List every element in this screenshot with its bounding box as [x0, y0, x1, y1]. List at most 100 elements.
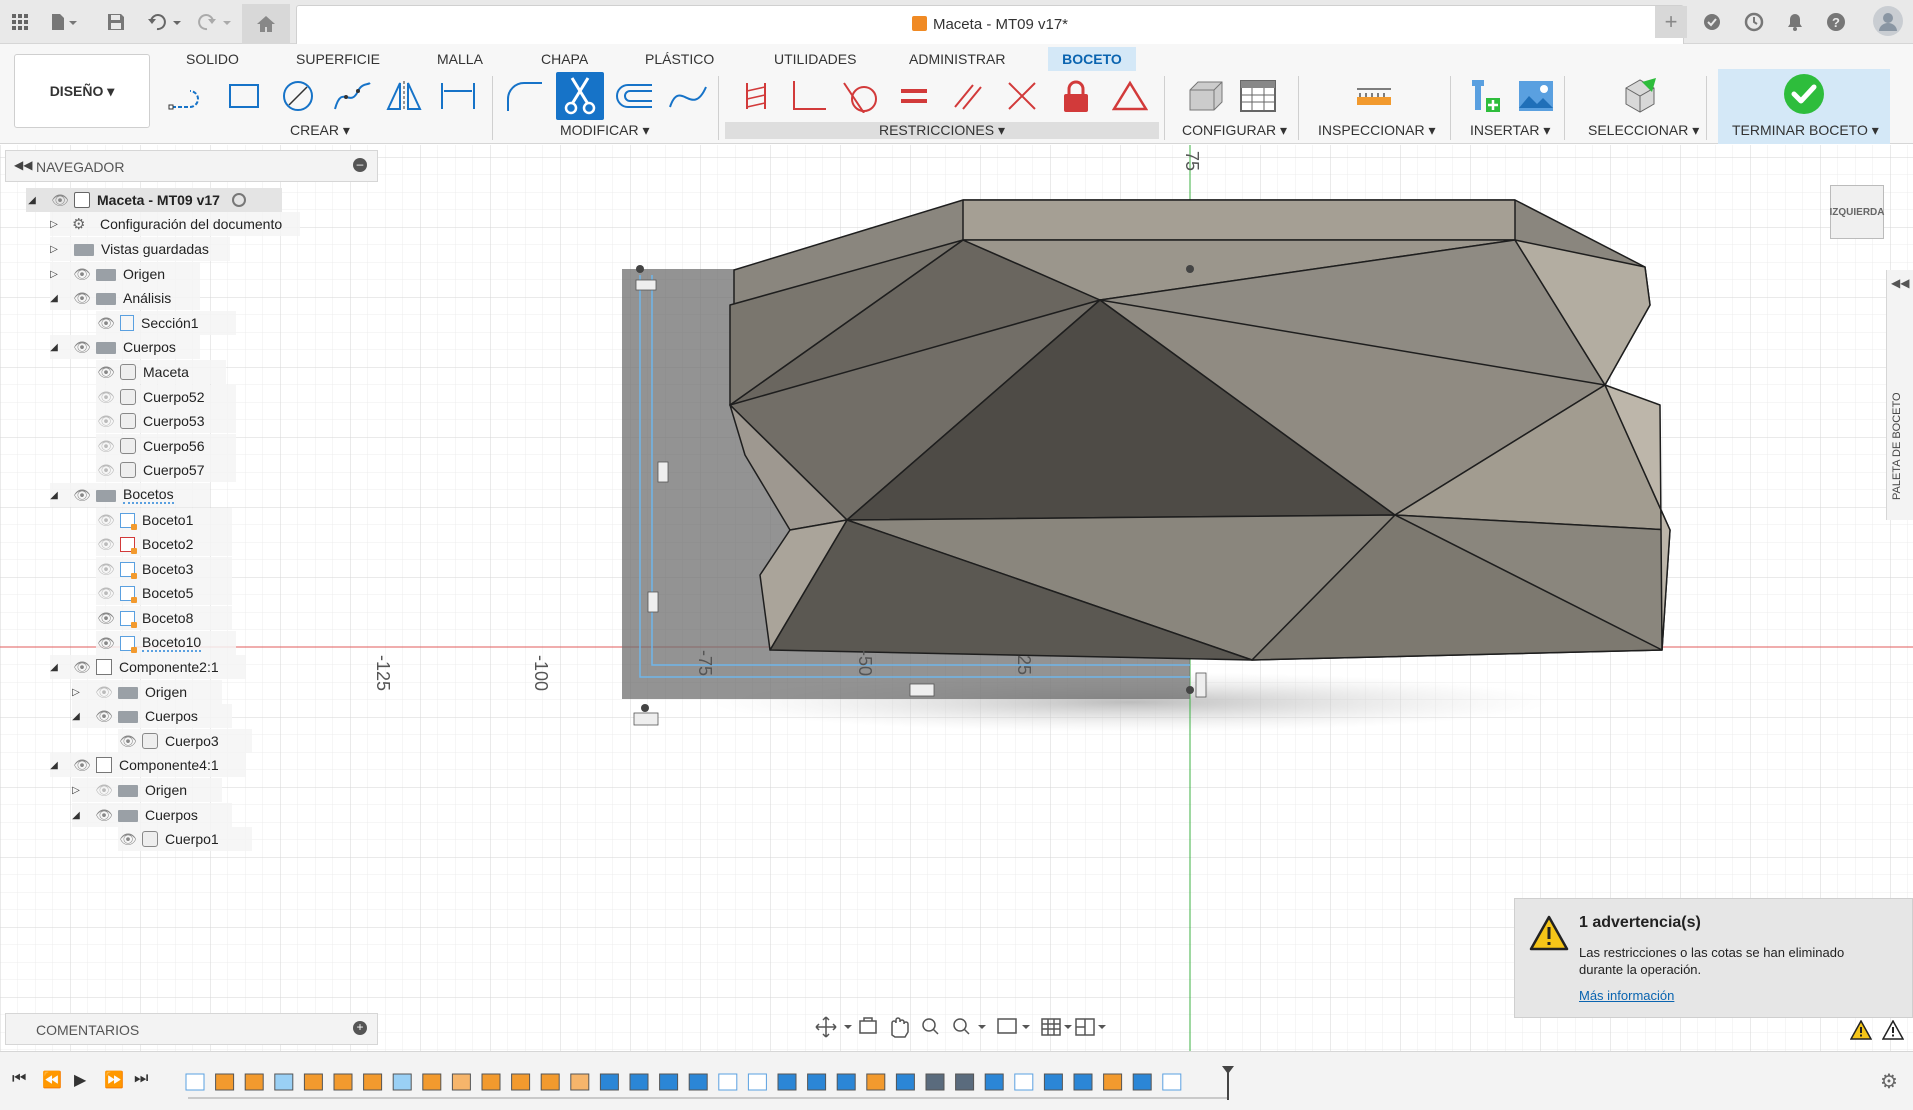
- tree-item[interactable]: 👁 Cuerpo56: [96, 434, 236, 458]
- hidden-eye-icon[interactable]: 👁: [96, 512, 116, 529]
- hidden-eye-icon[interactable]: 👁: [72, 266, 92, 283]
- midpoint-constraint-icon[interactable]: [1000, 74, 1044, 118]
- visibility-eye-icon[interactable]: 👁: [72, 487, 92, 504]
- offset-tool-icon[interactable]: [612, 74, 656, 118]
- insert-image-icon[interactable]: [1514, 74, 1558, 118]
- hidden-eye-icon[interactable]: 👁: [96, 561, 116, 578]
- minimize-icon[interactable]: –: [353, 158, 367, 172]
- fillet-tool-icon[interactable]: [502, 74, 546, 118]
- tree-item[interactable]: ◢ 👁 Cuerpos: [72, 704, 232, 728]
- visibility-eye-icon[interactable]: 👁: [72, 757, 92, 774]
- tab-solido[interactable]: SOLIDO: [172, 47, 253, 71]
- tree-root[interactable]: ◢ 👁 Maceta - MT09 v17: [26, 188, 282, 212]
- workspace-switcher[interactable]: DISEÑO ▾: [14, 54, 150, 128]
- display-settings-icon[interactable]: [1184, 74, 1228, 118]
- insert-mcmaster-icon[interactable]: [1464, 74, 1508, 118]
- visibility-eye-icon[interactable]: 👁: [50, 192, 70, 209]
- go-to-start-icon[interactable]: ⏮: [12, 1070, 26, 1088]
- tree-item[interactable]: 👁 Cuerpo1: [118, 827, 252, 851]
- hidden-eye-icon[interactable]: 👁: [96, 413, 116, 430]
- undo-icon[interactable]: [143, 8, 187, 36]
- rectangle-tool-icon[interactable]: [222, 74, 266, 118]
- group-configurar[interactable]: CONFIGURAR ▾: [1182, 122, 1287, 139]
- visibility-eye-icon[interactable]: 👁: [94, 708, 114, 725]
- tab-utilidades[interactable]: UTILIDADES: [760, 47, 870, 71]
- tree-item[interactable]: ▷ ⚙ Configuración del documento: [50, 212, 300, 236]
- hidden-eye-icon[interactable]: 👁: [96, 389, 116, 406]
- group-seleccionar[interactable]: SELECCIONAR ▾: [1588, 122, 1699, 139]
- visibility-eye-icon[interactable]: 👁: [96, 610, 116, 627]
- tab-boceto[interactable]: BOCETO: [1048, 47, 1136, 71]
- tree-item[interactable]: 👁 Boceto8: [96, 606, 232, 630]
- palette-expand-icon[interactable]: ◀◀: [1891, 276, 1909, 290]
- visibility-eye-icon[interactable]: 👁: [94, 807, 114, 824]
- collapse-panel-icon[interactable]: ◀◀: [14, 158, 32, 172]
- visibility-eye-icon[interactable]: 👁: [72, 659, 92, 676]
- tree-item[interactable]: 👁 Boceto2: [96, 532, 232, 556]
- tab-chapa[interactable]: CHAPA: [527, 47, 602, 71]
- tree-item[interactable]: ◢ 👁 Bocetos: [50, 483, 210, 507]
- warning-indicator-icon[interactable]: [1850, 1020, 1872, 1040]
- tree-item[interactable]: 👁 Boceto10: [96, 631, 236, 655]
- go-to-end-icon[interactable]: ⏭: [134, 1070, 148, 1088]
- tab-plastico[interactable]: PLÁSTICO: [631, 47, 728, 71]
- sketch-table-icon[interactable]: [1236, 74, 1280, 118]
- hidden-eye-icon[interactable]: 👁: [96, 536, 116, 553]
- trim-tool-icon[interactable]: [556, 72, 604, 120]
- notifications-icon[interactable]: [1781, 8, 1809, 36]
- hidden-eye-icon[interactable]: 👁: [94, 782, 114, 799]
- hidden-eye-icon[interactable]: 👁: [94, 684, 114, 701]
- tree-item[interactable]: 👁 Cuerpo3: [118, 729, 252, 753]
- tree-item[interactable]: ◢ 👁 Cuerpos: [72, 803, 232, 827]
- curve-tool-icon[interactable]: [666, 74, 710, 118]
- tree-item[interactable]: 👁 Boceto1: [96, 508, 232, 532]
- group-modificar[interactable]: MODIFICAR ▾: [560, 122, 649, 139]
- tree-item[interactable]: ▷ 👁 Origen: [50, 262, 200, 286]
- perpendicular-constraint-icon[interactable]: [786, 74, 830, 118]
- select-tool-icon[interactable]: [1618, 74, 1662, 118]
- tree-item[interactable]: 👁 Cuerpo53: [96, 409, 236, 433]
- extensions-icon[interactable]: [1698, 8, 1726, 36]
- tree-item[interactable]: 👁 Cuerpo52: [96, 385, 236, 409]
- tab-malla[interactable]: MALLA: [423, 47, 497, 71]
- tree-item[interactable]: ◢ 👁 Componente2:1: [50, 655, 246, 679]
- line-tool-icon[interactable]: [166, 74, 210, 118]
- parallel-constraint-icon[interactable]: [946, 74, 990, 118]
- spline-tool-icon[interactable]: [330, 74, 374, 118]
- measure-tool-icon[interactable]: [1352, 74, 1396, 118]
- tree-item[interactable]: ▷ 👁 Origen: [72, 680, 222, 704]
- hidden-eye-icon[interactable]: 👁: [96, 438, 116, 455]
- help-icon[interactable]: ?: [1822, 8, 1850, 36]
- tree-item[interactable]: ◢ 👁 Análisis: [50, 286, 200, 310]
- save-icon[interactable]: [102, 8, 130, 36]
- tangent-constraint-icon[interactable]: [838, 74, 882, 118]
- redo-icon[interactable]: [193, 8, 237, 36]
- dimension-tool-icon[interactable]: [436, 74, 480, 118]
- sketch-palette-tab[interactable]: ◀◀ PALETA DE BOCETO: [1886, 270, 1913, 520]
- navigator-header[interactable]: ◀◀ NAVEGADOR –: [5, 150, 378, 182]
- group-terminar-boceto[interactable]: TERMINAR BOCETO ▾: [1732, 122, 1879, 139]
- step-back-icon[interactable]: ⏪: [42, 1070, 62, 1090]
- comments-panel[interactable]: COMENTARIOS +: [5, 1013, 378, 1045]
- expand-comments-icon[interactable]: +: [353, 1021, 367, 1035]
- timeline-settings-icon[interactable]: ⚙: [1880, 1069, 1898, 1094]
- circle-tool-icon[interactable]: [276, 74, 320, 118]
- tree-item[interactable]: 👁 Sección1: [96, 311, 236, 335]
- more-info-link[interactable]: Más información: [1579, 988, 1674, 1003]
- visibility-eye-icon[interactable]: 👁: [72, 339, 92, 356]
- visibility-eye-icon[interactable]: 👁: [96, 315, 116, 332]
- group-inspeccionar[interactable]: INSPECCIONAR ▾: [1318, 122, 1436, 139]
- visibility-eye-icon[interactable]: 👁: [118, 733, 138, 750]
- activate-radio-icon[interactable]: [231, 193, 246, 207]
- tree-item[interactable]: ▷ 👁 Origen: [72, 778, 222, 802]
- tree-item[interactable]: 👁 Boceto3: [96, 557, 232, 581]
- tree-item[interactable]: ◢ 👁 Cuerpos: [50, 335, 200, 359]
- finish-sketch-icon[interactable]: [1780, 70, 1828, 118]
- group-insertar[interactable]: INSERTAR ▾: [1470, 122, 1550, 139]
- timeline-features[interactable]: [178, 1064, 1238, 1104]
- group-restricciones[interactable]: RESTRICCIONES ▾: [725, 122, 1159, 139]
- apps-grid-icon[interactable]: [6, 8, 34, 36]
- visibility-eye-icon[interactable]: 👁: [118, 831, 138, 848]
- expand-arrow-icon[interactable]: ◢: [26, 195, 38, 206]
- group-crear[interactable]: CREAR ▾: [290, 122, 350, 139]
